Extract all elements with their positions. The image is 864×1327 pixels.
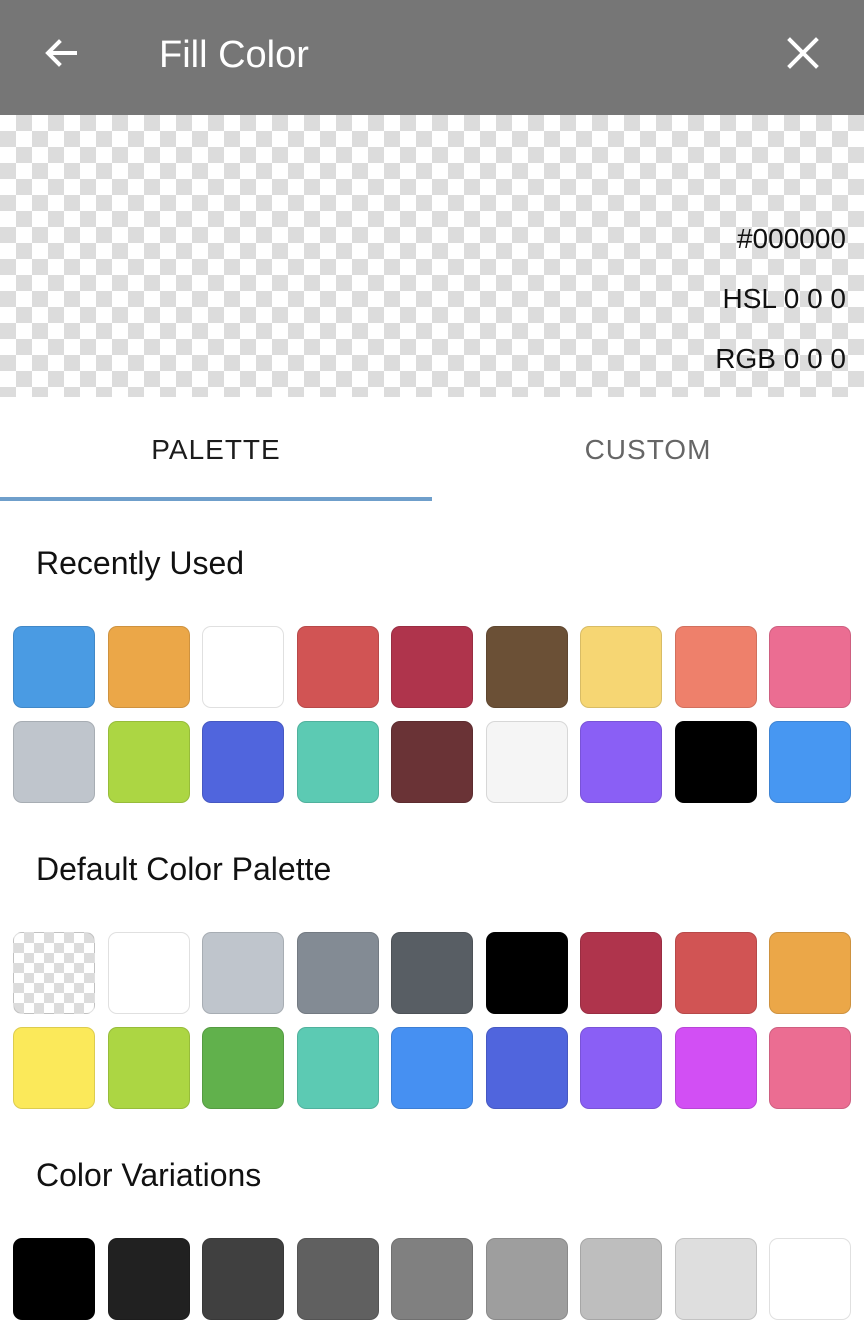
default-palette-heading: Default Color Palette bbox=[36, 851, 332, 887]
hsl-value: HSL 0 0 0 bbox=[722, 283, 846, 314]
color-variations-heading: Color Variations bbox=[36, 1157, 262, 1193]
palette-color-swatch[interactable] bbox=[296, 1026, 379, 1109]
default-palette-grid bbox=[13, 932, 851, 1109]
recent-color-swatch[interactable] bbox=[580, 720, 662, 803]
page-title: Fill Color bbox=[159, 34, 309, 76]
palette-color-swatch[interactable] bbox=[769, 932, 851, 1014]
palette-color-swatch[interactable] bbox=[391, 1026, 473, 1109]
recent-color-swatch[interactable] bbox=[107, 720, 190, 803]
recent-color-swatch[interactable] bbox=[13, 626, 95, 708]
close-icon bbox=[786, 36, 820, 75]
palette-color-swatch[interactable] bbox=[580, 932, 662, 1014]
palette-color-swatch[interactable] bbox=[13, 1026, 95, 1109]
recent-color-swatch[interactable] bbox=[391, 720, 473, 803]
recent-color-swatch[interactable] bbox=[13, 720, 95, 803]
tab-indicator bbox=[0, 497, 432, 501]
recent-color-swatch[interactable] bbox=[296, 626, 379, 708]
recent-color-swatch[interactable] bbox=[580, 626, 662, 708]
recent-color-swatch[interactable] bbox=[296, 720, 379, 803]
palette-color-swatch[interactable] bbox=[107, 1026, 190, 1109]
palette-color-swatch[interactable] bbox=[580, 1026, 662, 1109]
recent-color-swatch[interactable] bbox=[674, 626, 757, 708]
color-preview: #000000 HSL 0 0 0 RGB 0 0 0 bbox=[0, 115, 864, 397]
palette-color-swatch[interactable] bbox=[674, 932, 757, 1014]
recent-color-swatch[interactable] bbox=[107, 626, 190, 708]
palette-color-swatch[interactable] bbox=[296, 932, 379, 1014]
back-button[interactable] bbox=[30, 27, 92, 83]
variation-color-swatch[interactable] bbox=[580, 1238, 662, 1320]
rgb-value: RGB 0 0 0 bbox=[715, 343, 846, 374]
variation-color-swatch[interactable] bbox=[13, 1238, 95, 1320]
tab-palette[interactable]: PALETTE bbox=[0, 397, 432, 503]
tab-bar: PALETTE CUSTOM bbox=[0, 397, 864, 503]
close-button[interactable] bbox=[772, 27, 834, 83]
top-app-bar: Fill Color bbox=[0, 0, 864, 115]
palette-color-swatch[interactable] bbox=[13, 932, 95, 1014]
variation-color-swatch[interactable] bbox=[107, 1238, 190, 1320]
palette-color-swatch[interactable] bbox=[391, 932, 473, 1014]
recent-color-swatch[interactable] bbox=[674, 720, 757, 803]
recently-used-heading: Recently Used bbox=[36, 545, 245, 581]
recent-color-swatch[interactable] bbox=[769, 720, 851, 803]
recently-used-grid bbox=[13, 626, 851, 803]
variation-color-swatch[interactable] bbox=[296, 1238, 379, 1320]
palette-color-swatch[interactable] bbox=[107, 932, 190, 1014]
recent-color-swatch[interactable] bbox=[391, 626, 473, 708]
palette-color-swatch[interactable] bbox=[485, 932, 568, 1014]
variation-color-swatch[interactable] bbox=[202, 1238, 284, 1320]
recent-color-swatch[interactable] bbox=[769, 626, 851, 708]
variation-color-swatch[interactable] bbox=[674, 1238, 757, 1320]
palette-color-swatch[interactable] bbox=[202, 932, 284, 1014]
variation-color-swatch[interactable] bbox=[391, 1238, 473, 1320]
tab-custom[interactable]: CUSTOM bbox=[432, 397, 864, 503]
variation-color-swatch[interactable] bbox=[485, 1238, 568, 1320]
recent-color-swatch[interactable] bbox=[485, 626, 568, 708]
hex-value: #000000 bbox=[736, 223, 846, 254]
recent-color-swatch[interactable] bbox=[485, 720, 568, 803]
recent-color-swatch[interactable] bbox=[202, 626, 284, 708]
palette-color-swatch[interactable] bbox=[674, 1026, 757, 1109]
palette-color-swatch[interactable] bbox=[202, 1026, 284, 1109]
recent-color-swatch[interactable] bbox=[202, 720, 284, 803]
color-variations-grid bbox=[13, 1238, 851, 1320]
palette-color-swatch[interactable] bbox=[485, 1026, 568, 1109]
variation-color-swatch[interactable] bbox=[769, 1238, 851, 1320]
palette-color-swatch[interactable] bbox=[769, 1026, 851, 1109]
arrow-left-icon bbox=[41, 33, 81, 78]
